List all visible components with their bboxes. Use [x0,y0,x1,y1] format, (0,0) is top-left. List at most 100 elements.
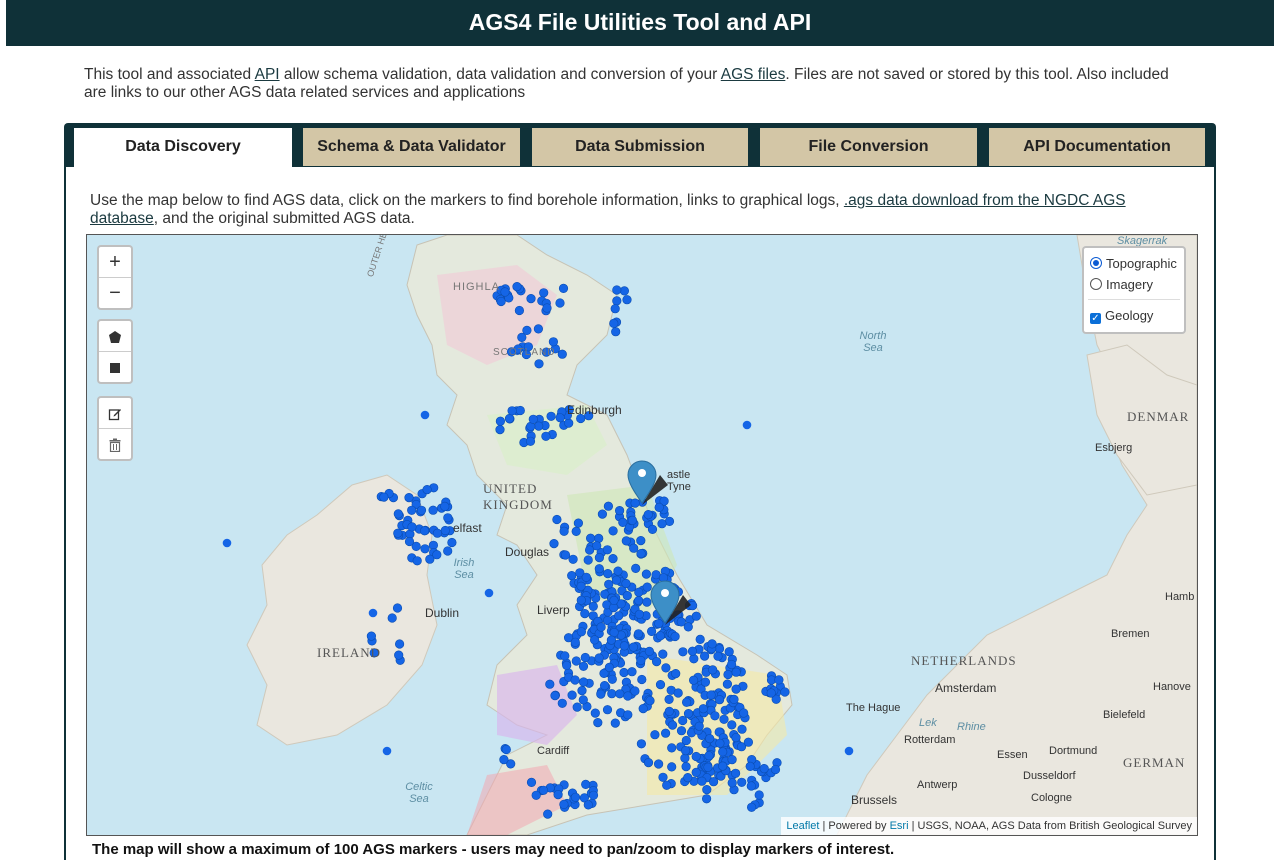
ags-marker[interactable] [578,695,588,705]
ags-marker[interactable] [571,526,581,537]
ags-marker[interactable] [637,674,647,685]
ags-marker[interactable] [731,667,741,677]
ags-marker[interactable] [683,709,694,719]
ags-marker[interactable] [774,675,784,685]
ags-marker[interactable] [662,780,672,790]
ags-marker[interactable] [395,639,405,649]
ags-marker[interactable] [528,414,538,424]
ags-marker[interactable] [667,743,677,753]
ags-marker[interactable] [562,660,572,671]
ags-marker[interactable] [707,639,717,649]
ags-marker[interactable] [504,414,515,424]
ags-marker[interactable] [610,304,620,314]
ags-marker[interactable] [440,501,450,512]
ags-marker[interactable] [641,569,652,579]
ags-marker[interactable] [571,656,581,666]
ags-marker[interactable] [552,514,562,525]
ags-marker[interactable] [739,708,749,718]
ags-marker[interactable] [697,776,707,786]
ags-marker[interactable] [698,704,708,714]
ags-marker[interactable] [608,554,618,564]
ags-marker[interactable] [495,416,506,426]
ags-marker[interactable] [657,519,667,529]
ags-marker[interactable] [580,652,590,663]
ags-marker[interactable] [634,596,644,606]
ags-marker[interactable] [382,746,392,756]
ags-marker[interactable] [653,759,664,769]
ags-marker[interactable] [722,679,733,689]
ags-marker[interactable] [573,518,584,528]
ags-marker[interactable] [368,608,378,618]
ags-marker[interactable] [583,800,593,810]
ags-marker[interactable] [570,675,580,685]
ags-marker[interactable] [683,772,693,783]
ags-marker[interactable] [630,498,640,508]
ags-marker[interactable] [596,622,606,632]
ags-marker[interactable] [634,609,645,619]
ags-marker[interactable] [526,777,537,788]
ags-marker[interactable] [611,575,622,585]
ags-marker[interactable] [580,609,590,619]
ags-marker[interactable] [614,611,624,621]
ags-marker[interactable] [646,626,657,637]
ags-marker[interactable] [560,651,570,661]
ags-marker[interactable] [622,591,632,601]
ags-marker[interactable] [576,627,587,637]
ags-marker[interactable] [658,649,668,659]
ags-marker[interactable] [654,619,664,629]
ags-marker[interactable] [673,688,683,698]
ags-marker[interactable] [609,595,619,606]
ags-marker[interactable] [608,526,618,536]
ags-marker[interactable] [844,746,854,756]
ags-marker[interactable] [695,634,705,645]
layer-topographic-option[interactable]: Topographic [1090,255,1177,273]
ags-marker[interactable] [681,735,691,746]
ags-marker[interactable] [576,595,586,605]
ags-marker[interactable] [636,655,646,666]
ags-marker[interactable] [694,721,704,731]
ags-marker[interactable] [484,588,494,598]
ags-marker[interactable] [731,684,741,694]
ags-marker[interactable] [724,647,734,657]
ags-marker[interactable] [713,651,723,661]
ags-marker[interactable] [718,747,728,757]
ags-marker[interactable] [667,762,677,772]
ags-marker[interactable] [702,784,712,795]
ags-marker[interactable] [627,515,638,526]
ags-marker[interactable] [655,631,666,641]
ags-marker[interactable] [651,657,662,667]
ags-marker[interactable] [541,431,551,441]
ags-marker[interactable] [501,744,511,755]
draw-rectangle-button[interactable] [99,352,131,382]
ags-marker[interactable] [727,778,737,788]
ags-marker[interactable] [512,281,522,292]
ags-marker[interactable] [680,745,691,756]
ags-marker[interactable] [731,733,741,743]
ags-marker[interactable] [630,686,640,696]
ags-marker[interactable] [719,714,729,724]
ags-marker[interactable] [558,283,569,294]
esri-link[interactable]: Esri [890,820,909,832]
ags-marker[interactable] [581,779,591,790]
ags-marker[interactable] [393,509,403,519]
ags-marker[interactable] [729,694,739,705]
ags-marker[interactable] [603,569,613,579]
ags-marker[interactable] [633,629,644,639]
ags-files-link[interactable]: AGS files [721,66,786,83]
ags-marker[interactable] [543,809,553,819]
ags-marker[interactable] [555,413,565,423]
ags-marker[interactable] [576,581,586,591]
ags-marker[interactable] [638,704,648,714]
layer-imagery-option[interactable]: Imagery [1090,276,1153,294]
ags-marker[interactable] [670,631,680,642]
tab-file-conversion[interactable]: File Conversion [760,128,977,166]
ags-marker[interactable] [609,627,619,638]
ags-marker[interactable] [660,728,671,738]
ags-marker[interactable] [593,718,603,728]
ags-marker[interactable] [557,698,567,708]
ags-marker[interactable] [604,579,614,589]
ags-marker[interactable] [612,296,622,306]
ags-marker[interactable] [420,526,430,536]
ags-marker[interactable] [392,603,403,613]
ags-marker[interactable] [578,661,589,671]
